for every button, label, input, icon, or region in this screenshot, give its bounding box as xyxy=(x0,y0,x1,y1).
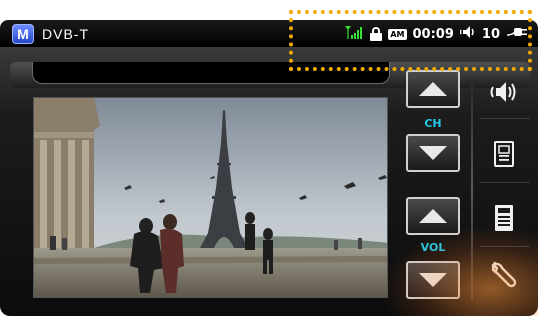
settings-wrench-icon[interactable] xyxy=(482,252,526,296)
channel-up-button[interactable] xyxy=(406,70,460,108)
tv-picture xyxy=(34,98,387,297)
app-logo: M xyxy=(12,24,34,44)
app-title: DVB-T xyxy=(42,26,89,42)
arrow-down-icon xyxy=(419,146,447,160)
arrow-up-icon xyxy=(419,82,447,96)
volume-up-button[interactable] xyxy=(406,197,460,235)
separator xyxy=(480,246,530,247)
separator xyxy=(480,182,530,183)
channel-label: CH xyxy=(424,117,442,130)
volume-label: VOL xyxy=(420,241,446,254)
video-frame[interactable] xyxy=(33,97,388,298)
teletext-icon[interactable] xyxy=(482,196,526,240)
channel-down-button[interactable] xyxy=(406,134,460,172)
audio-icon[interactable] xyxy=(482,70,526,114)
epg-icon[interactable] xyxy=(482,132,526,176)
device-screen: M DVB-T AM 00:09 10 CH VOL xyxy=(0,0,538,316)
control-divider xyxy=(471,80,473,300)
status-highlight-box xyxy=(289,10,532,71)
separator xyxy=(480,118,530,119)
arrow-down-icon xyxy=(419,273,447,287)
arrow-up-icon xyxy=(419,209,447,223)
volume-down-button[interactable] xyxy=(406,261,460,299)
